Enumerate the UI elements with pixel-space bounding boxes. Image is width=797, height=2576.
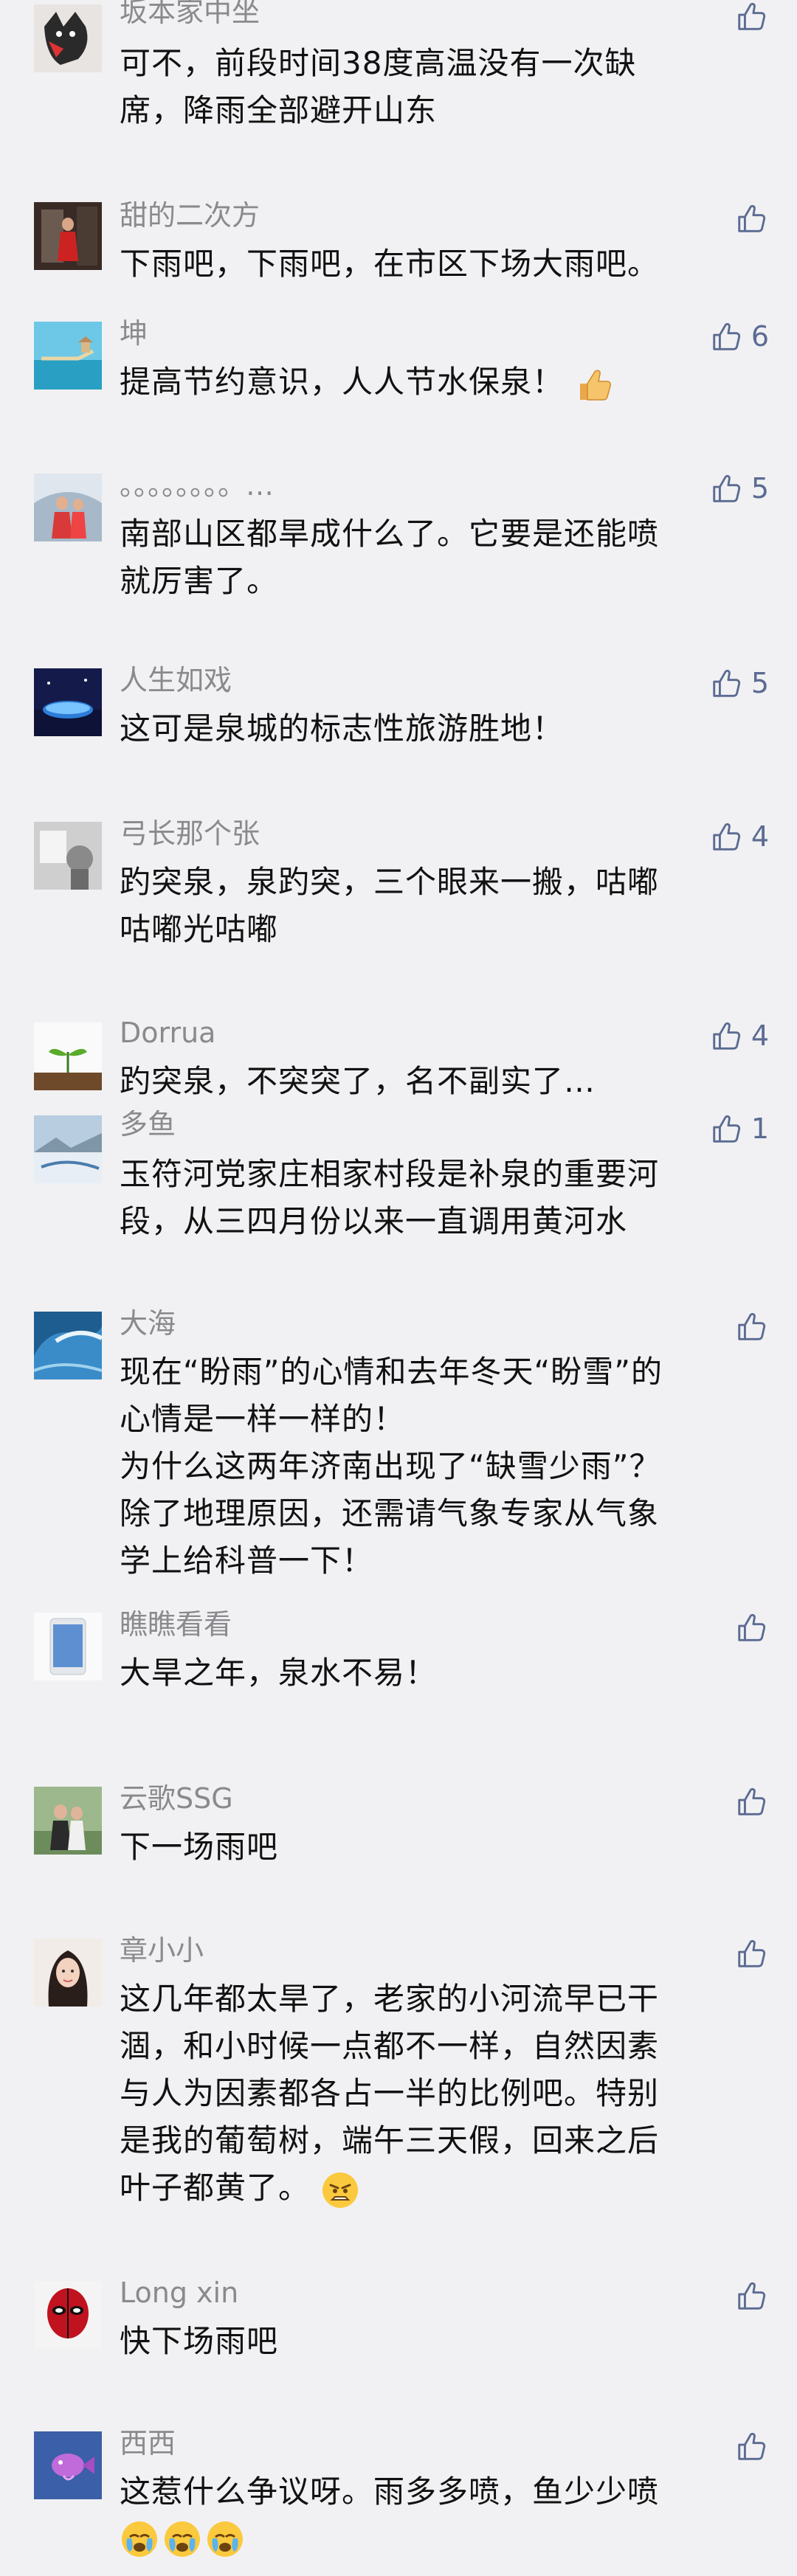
avatar[interactable] [34,822,102,890]
thumbs-up-icon [710,1019,744,1053]
avatar[interactable] [34,474,102,541]
comment-text: 下一场雨吧 [120,1829,279,1865]
like-button[interactable]: 5 [710,662,769,704]
comment-text: 提高节约意识，人人节水保泉！ [120,359,754,406]
thumbs-up-icon [710,666,744,700]
comment-text: 大旱之年，泉水不易！ [120,1655,438,1691]
commenter-name: Dorrua [120,1017,216,1049]
like-button[interactable] [735,1306,769,1347]
commenter-name: 章小小 [120,1934,204,1967]
commenter-name: 云歌SSG [120,1782,233,1815]
avatar[interactable] [34,2281,102,2349]
comment-text: 这几年都太旱了，老家的小河流早已干 涸，和小时候一点都不一样，自然因素 与人为因… [120,1976,754,2212]
thumbs-up-icon [735,2279,769,2313]
thumbs-up-icon [735,0,769,33]
thumbs-up-icon [710,1112,744,1146]
like-button[interactable] [735,198,769,239]
comment-text: 趵突泉，泉趵突，三个眼来一搬，咕嘟 咕嘟光咕嘟 [120,864,660,947]
crying-face-emoji [162,2519,202,2559]
like-count: 4 [751,820,769,853]
comment-text: 玉符河党家庄相家村段是补泉的重要河 段，从三四月份以来一直调用黄河水 [120,1156,660,1239]
like-button[interactable]: 4 [710,816,769,857]
thumbs-up-icon [710,471,744,505]
avatar[interactable] [34,1613,102,1680]
angry-face-emoji [320,2170,360,2210]
like-button[interactable] [735,1933,769,1974]
like-button[interactable]: 1 [710,1108,769,1149]
avatar[interactable] [34,1115,102,1183]
avatar[interactable] [34,1939,102,2007]
like-button[interactable] [735,2426,769,2467]
thumbs-up-icon [735,2429,769,2463]
like-count: 4 [751,1019,769,1052]
thumbs-up-emoji [574,364,614,404]
commenter-name: 西西 [120,2427,176,2459]
crying-face-emoji [205,2519,245,2559]
thumbs-up-icon [735,1784,769,1818]
like-count: 1 [751,1112,769,1145]
commenter-name: 人生如戏 [120,664,232,696]
like-button[interactable] [735,0,769,37]
thumbs-up-icon [710,820,744,854]
commenter-name: 大海 [120,1307,176,1340]
like-button[interactable]: 6 [710,316,769,357]
comment-text: 下雨吧，下雨吧，在市区下场大雨吧。 [120,246,660,282]
like-count: 5 [751,667,769,699]
avatar[interactable] [34,2431,102,2499]
comment-text: 南部山区都旱成什么了。它要是还能喷 就厉害了。 [120,516,660,599]
avatar[interactable] [34,1022,102,1090]
avatar[interactable] [34,1312,102,1379]
like-button[interactable]: 4 [710,1015,769,1056]
commenter-name: 甜的二次方 [120,199,261,232]
comment-text: 这可是泉城的标志性旅游胜地！ [120,710,565,747]
like-button[interactable] [735,1781,769,1822]
thumbs-up-icon [735,1309,769,1343]
comment-text: 可不，前段时间38度高温没有一次缺 席，降雨全部避开山东 [120,45,637,128]
comment-text: 趵突泉，不突突了，名不副实了… [120,1063,596,1099]
like-button[interactable]: 5 [710,468,769,509]
comment-text: 现在“盼雨”的心情和去年冬天“盼雪”的 心情是一样一样的！ 为什么这两年济南出现… [120,1354,663,1579]
avatar[interactable] [34,4,102,72]
thumbs-up-icon [735,201,769,235]
commenter-name: Long xin [120,2276,239,2309]
like-button[interactable] [735,2275,769,2316]
commenter-name: 坂本家中坐 [120,0,261,28]
commenter-name: 弓长那个张 [120,817,261,850]
avatar[interactable] [34,1787,102,1855]
commenter-name: 。。。。。。。。… [120,469,275,502]
commenter-name: 瞧瞧看看 [120,1608,232,1641]
thumbs-up-icon [735,1610,769,1644]
like-count: 6 [751,320,769,353]
like-button[interactable] [735,1607,769,1648]
avatar[interactable] [34,322,102,389]
commenter-name: 坤 [120,317,148,350]
like-count: 5 [751,472,769,505]
avatar[interactable] [34,202,102,270]
thumbs-up-icon [735,1936,769,1970]
commenter-name: 多鱼 [120,1108,176,1140]
comment-text: 快下场雨吧 [120,2323,279,2359]
thumbs-up-icon [710,319,744,353]
avatar[interactable] [34,668,102,736]
crying-face-emoji [120,2519,159,2559]
comment-text: 这惹什么争议呀。雨多多喷，鱼少少喷 [120,2468,754,2563]
